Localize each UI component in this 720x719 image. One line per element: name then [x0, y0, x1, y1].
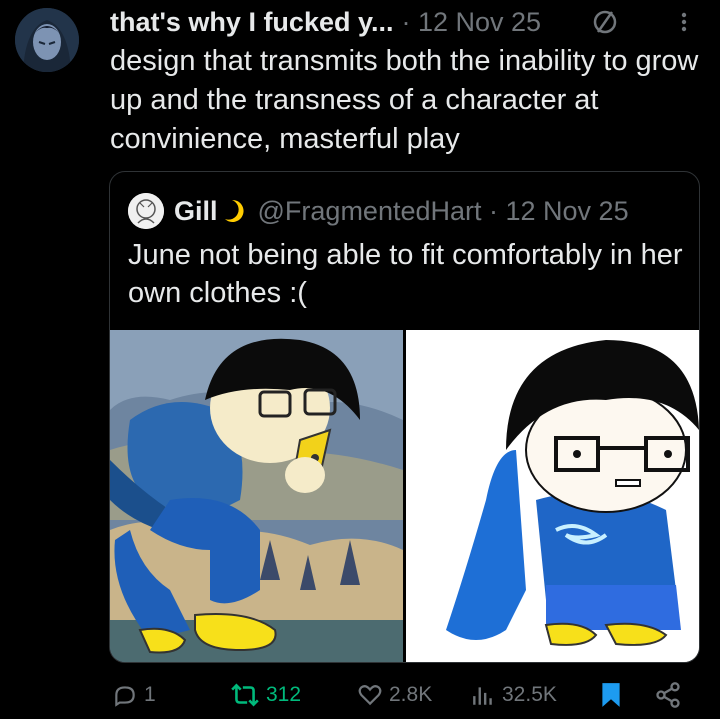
quoted-image-left[interactable] [110, 330, 403, 662]
reply-icon [115, 686, 135, 707]
post-timestamp[interactable]: · 12 Nov 25 [402, 7, 542, 38]
author-avatar[interactable] [15, 8, 79, 72]
quoted-header: Gill @FragmentedHart · 12 Nov 25 [174, 190, 629, 232]
quoted-text: June not being able to fit comfortably i… [128, 239, 683, 309]
post-header: that's why I fucked y... · 12 Nov 25 [110, 2, 541, 42]
more-icon[interactable] [672, 7, 696, 37]
bookmark-icon [602, 683, 620, 707]
bookmark-button[interactable] [600, 672, 628, 718]
like-count: 2.8K [389, 683, 433, 706]
like-button[interactable]: 2.8K [357, 672, 432, 718]
repost-button[interactable]: 312 [230, 672, 301, 718]
quoted-author-name[interactable]: Gill [174, 196, 218, 227]
share-button[interactable] [654, 672, 688, 718]
action-bar: 1 312 2.8K 32.5K [0, 672, 720, 718]
views-count: 32.5K [502, 683, 557, 706]
moon-icon [224, 199, 244, 222]
quoted-handle-timestamp[interactable]: @FragmentedHart · 12 Nov 25 [258, 196, 629, 227]
like-icon [358, 685, 382, 706]
post-text: design that transmits both the inability… [110, 45, 699, 155]
quoted-image-right[interactable] [406, 330, 699, 662]
reply-count: 1 [144, 683, 156, 706]
quoted-author-avatar[interactable] [128, 193, 164, 229]
reply-button[interactable]: 1 [112, 672, 156, 718]
quoted-post[interactable]: Gill @FragmentedHart · 12 Nov 25 June no… [109, 171, 700, 663]
views-button[interactable]: 32.5K [470, 672, 557, 718]
repost-count: 312 [266, 683, 302, 706]
verify-icon [593, 10, 617, 34]
repost-icon [231, 683, 259, 707]
views-icon [473, 687, 492, 705]
author-name[interactable]: that's why I fucked y... [110, 7, 394, 38]
share-icon [656, 682, 680, 708]
